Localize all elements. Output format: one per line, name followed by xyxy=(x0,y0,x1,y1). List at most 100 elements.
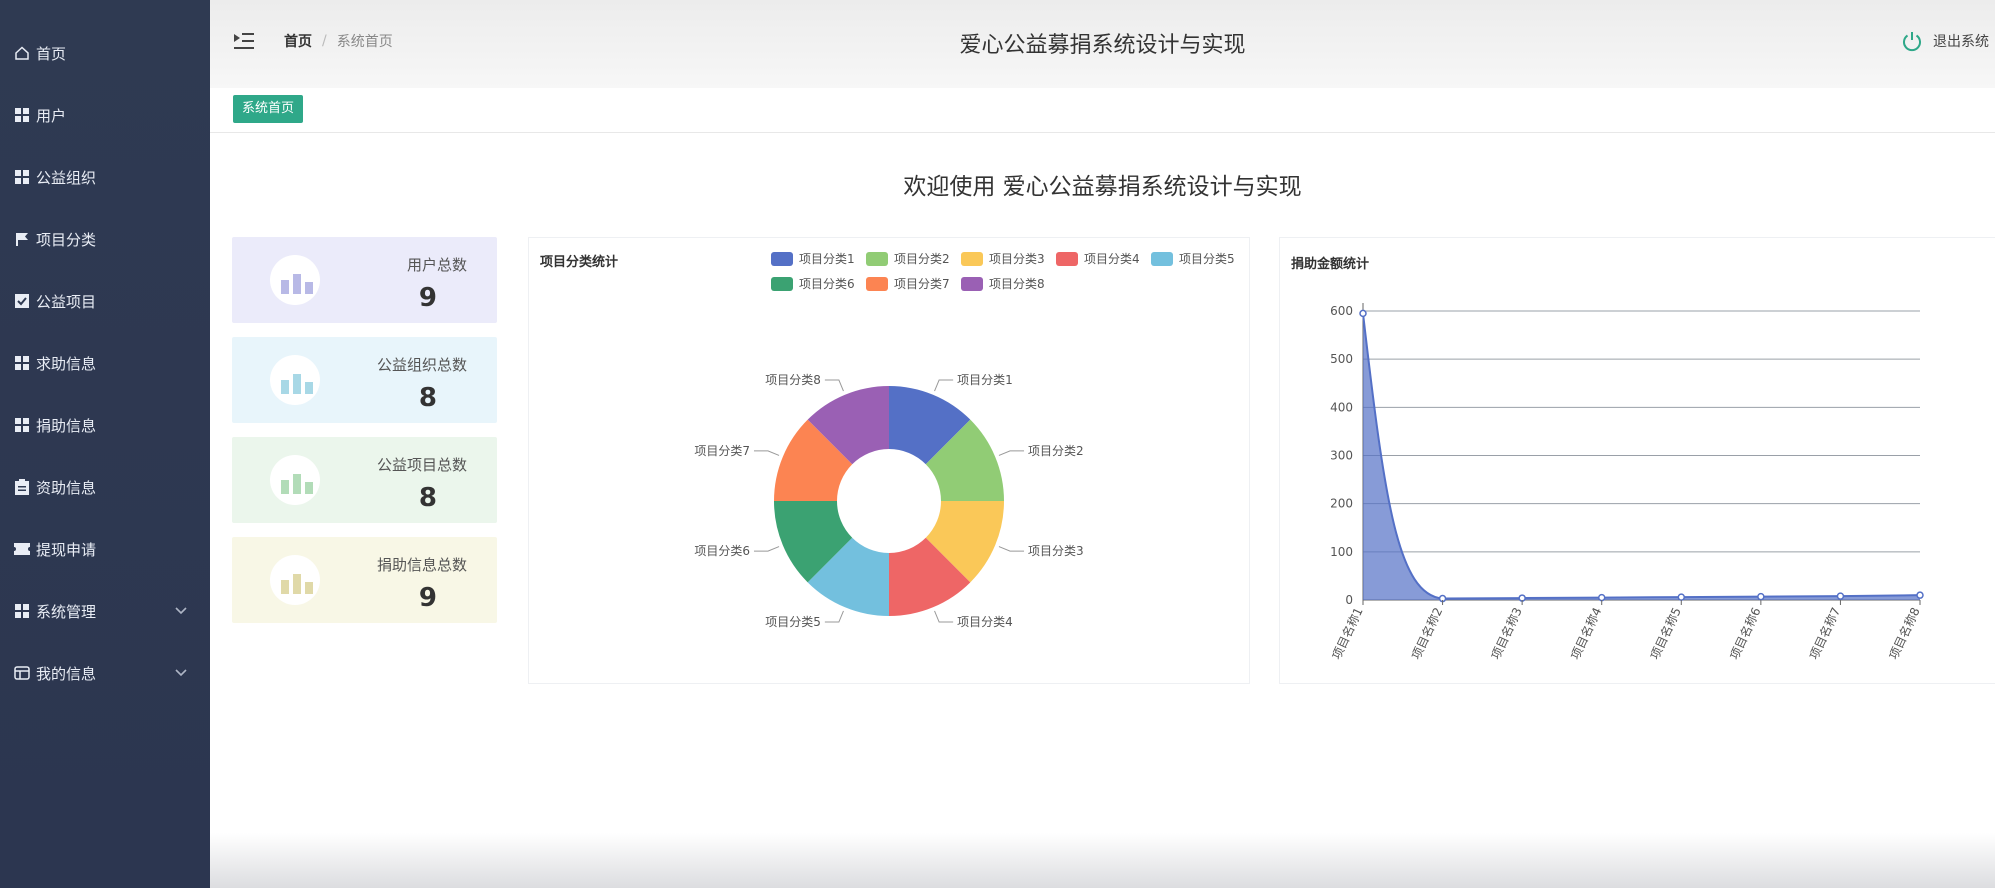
sidebar-item-2[interactable]: 公益组织 xyxy=(0,146,210,208)
data-point[interactable] xyxy=(1757,592,1765,601)
stat-card-0: 用户总数 9 xyxy=(232,237,497,323)
tabs-bar: 系统首页 xyxy=(210,88,1995,133)
card-icon xyxy=(14,665,30,681)
sidebar-item-label: 捐助信息 xyxy=(36,416,97,435)
data-point[interactable] xyxy=(1359,309,1367,318)
flag-icon xyxy=(14,231,30,247)
chevron-down-icon xyxy=(174,664,188,682)
stat-label: 公益项目总数 xyxy=(376,456,467,474)
top-bar: 首页 / 系统首页 爱心公益募捐系统设计与实现 退出系统 xyxy=(210,0,1995,88)
pie-label: 项目分类8 xyxy=(765,373,821,387)
stat-label: 公益组织总数 xyxy=(376,356,467,374)
grid-icon xyxy=(14,169,30,185)
x-tick-label: 项目名称7 xyxy=(1806,605,1843,662)
page-bottom xyxy=(210,833,1995,888)
x-tick-label: 项目名称6 xyxy=(1726,605,1763,662)
stat-label: 捐助信息总数 xyxy=(376,556,467,574)
x-tick-label: 项目名称3 xyxy=(1488,605,1525,662)
power-icon xyxy=(1903,32,1921,52)
bar-chart-icon xyxy=(270,455,320,505)
pie-label: 项目分类2 xyxy=(1028,444,1084,458)
stat-label: 用户总数 xyxy=(406,256,467,274)
clipboard-icon xyxy=(14,479,30,495)
sidebar-item-3[interactable]: 项目分类 xyxy=(0,208,210,270)
x-tick-label: 项目名称1 xyxy=(1329,605,1366,662)
logout-label: 退出系统 xyxy=(1933,34,1989,50)
pie-label: 项目分类1 xyxy=(957,373,1013,387)
pie-label-line xyxy=(998,450,1025,456)
ticket-icon xyxy=(14,541,30,557)
pie-label-line xyxy=(934,610,954,623)
y-tick-label: 0 xyxy=(1345,593,1353,607)
pie-label-line xyxy=(753,546,780,552)
stat-card-2: 公益项目总数 8 xyxy=(232,437,497,523)
grid-icon xyxy=(14,417,30,433)
y-tick-label: 300 xyxy=(1330,449,1353,463)
pie-label: 项目分类7 xyxy=(694,444,750,458)
area-chart: 0 100 200 300 400 500 600 项目名称1 项目名称2 项目名称3 项目名称4 项… xyxy=(1329,303,1924,662)
sidebar-item-label: 项目分类 xyxy=(36,230,97,249)
pie-label-line xyxy=(753,450,780,456)
sidebar-item-1[interactable]: 用户 xyxy=(0,84,210,146)
tab-system-home[interactable]: 系统首页 xyxy=(233,95,304,123)
donation-chart-panel: 捐助金额统计 0 100 200 300 400 500 600 项目名称1 项目名称2 项目名称… xyxy=(1279,237,1995,684)
bar-chart-icon xyxy=(270,555,320,605)
pie-label-line xyxy=(934,379,954,392)
sidebar-item-label: 我的信息 xyxy=(36,664,97,683)
stat-card-3: 捐助信息总数 9 xyxy=(232,537,497,623)
sidebar-item-label: 资助信息 xyxy=(36,478,97,497)
app-title: 爱心公益募捐系统设计与实现 xyxy=(959,33,1246,58)
checkbox-icon xyxy=(14,293,30,309)
x-tick-label: 项目名称8 xyxy=(1886,605,1923,662)
sidebar-item-0[interactable]: 首页 xyxy=(0,22,210,84)
pie-label: 项目分类4 xyxy=(957,615,1013,629)
stat-value: 8 xyxy=(418,483,437,513)
y-tick-label: 100 xyxy=(1330,545,1353,559)
sidebar-item-label: 公益组织 xyxy=(36,168,97,187)
data-point[interactable] xyxy=(1916,591,1924,599)
bar-chart-icon xyxy=(270,255,320,305)
x-tick-label: 项目名称5 xyxy=(1647,605,1684,662)
sidebar-item-10[interactable]: 我的信息 xyxy=(0,642,210,704)
y-tick-label: 200 xyxy=(1330,497,1353,511)
grid-icon xyxy=(14,355,30,371)
bar-chart-icon xyxy=(270,355,320,405)
stat-value: 9 xyxy=(418,583,437,613)
sidebar-item-label: 公益项目 xyxy=(36,292,97,311)
sidebar-item-4[interactable]: 公益项目 xyxy=(0,270,210,332)
y-tick-label: 400 xyxy=(1330,400,1353,414)
stat-value: 9 xyxy=(418,283,437,313)
sidebar-item-9[interactable]: 系统管理 xyxy=(0,580,210,642)
grid-icon xyxy=(14,603,30,619)
pie-label: 项目分类6 xyxy=(694,544,750,558)
area-fill xyxy=(1363,313,1920,600)
sidebar-item-label: 求助信息 xyxy=(36,354,97,373)
sidebar-item-8[interactable]: 提现申请 xyxy=(0,518,210,580)
y-tick-label: 600 xyxy=(1330,304,1353,318)
sidebar-item-6[interactable]: 捐助信息 xyxy=(0,394,210,456)
pie-label-line xyxy=(824,379,844,392)
sidebar-item-label: 提现申请 xyxy=(36,540,97,559)
main-content: 欢迎使用 爱心公益募捐系统设计与实现 用户总数 9 公益组织总数 8 公益项目总数 8 捐助… xyxy=(210,133,1995,833)
sidebar-item-label: 用户 xyxy=(36,106,67,125)
chevron-down-icon xyxy=(174,602,188,620)
pie-chart: 项目分类1 项目分类2 项目分类3 项目分类4 项目分类5 项目分类6 项目分类7 项目分类8 xyxy=(694,373,1084,629)
stat-card-1: 公益组织总数 8 xyxy=(232,337,497,423)
home-icon xyxy=(14,45,30,61)
stat-value: 8 xyxy=(418,383,437,413)
data-point[interactable] xyxy=(1597,593,1606,602)
sidebar-item-7[interactable]: 资助信息 xyxy=(0,456,210,518)
logout-button[interactable]: 退出系统 xyxy=(1901,30,1989,52)
data-point[interactable] xyxy=(1836,592,1845,600)
grid-icon xyxy=(14,107,30,123)
sidebar: 首页用户公益组织项目分类公益项目求助信息捐助信息资助信息提现申请系统管理我的信息 xyxy=(0,0,210,888)
pie-label-line xyxy=(998,546,1025,552)
data-point[interactable] xyxy=(1677,593,1686,601)
y-tick-label: 500 xyxy=(1330,352,1353,366)
category-chart-panel: 项目分类统计 项目分类1 项目分类2 项目分类3 项目分类4 项目分类5 项目分类6 项目分… xyxy=(528,237,1250,684)
pie-label: 项目分类5 xyxy=(765,615,821,629)
x-tick-label: 项目名称4 xyxy=(1567,605,1604,662)
sidebar-item-label: 系统管理 xyxy=(36,602,97,621)
welcome-heading: 欢迎使用 爱心公益募捐系统设计与实现 xyxy=(903,174,1302,200)
sidebar-item-5[interactable]: 求助信息 xyxy=(0,332,210,394)
